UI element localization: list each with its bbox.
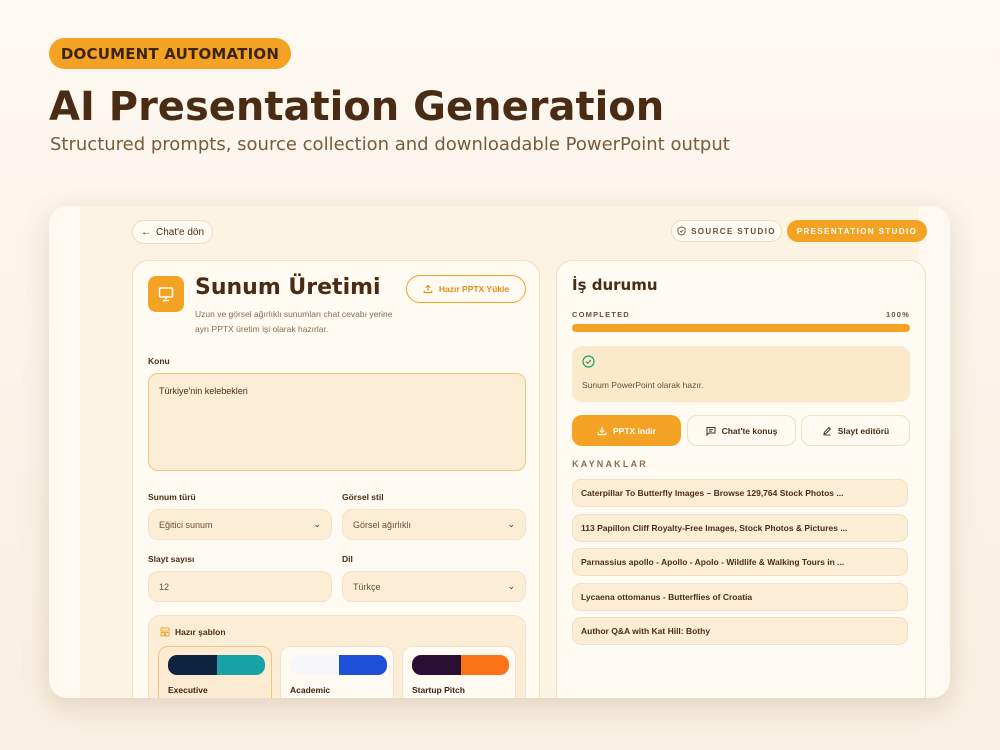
language-select-value: Türkçe: [353, 581, 381, 592]
chevron-down-icon: ⌄: [313, 519, 321, 529]
chat-discuss-label: Chat'te konuş: [721, 425, 778, 436]
check-circle-icon: [582, 355, 595, 368]
type-label: Sunum türü: [148, 492, 196, 502]
source-item[interactable]: 113 Papillon Cliff Royalty-Free Images, …: [572, 514, 908, 542]
source-item[interactable]: Parnassius apollo - Apollo - Apolo - Wil…: [572, 548, 908, 576]
style-label: Görsel stil: [342, 492, 384, 502]
progress-bar-fill: [572, 324, 910, 332]
presentation-studio-button[interactable]: PRESENTATION STUDIO: [787, 220, 927, 242]
status-message-box: Sunum PowerPoint olarak hazır.: [572, 346, 910, 402]
source-studio-label: SOURCE STUDIO: [691, 226, 776, 236]
template-card-executive[interactable]: Executive: [158, 646, 272, 698]
download-pptx-button[interactable]: PPTX indir: [572, 415, 681, 446]
topic-label: Konu: [148, 356, 170, 366]
job-percent-text: 100%: [886, 310, 910, 319]
source-studio-button[interactable]: SOURCE STUDIO: [671, 220, 782, 242]
job-status-title: İş durumu: [572, 276, 658, 294]
chevron-down-icon: ⌄: [507, 519, 515, 529]
language-label: Dil: [342, 554, 353, 564]
progress-header: COMPLETED 100%: [572, 310, 910, 319]
slide-editor-button[interactable]: Slayt editörü: [801, 415, 910, 446]
template-name: Academic: [290, 685, 331, 695]
message-square-icon: [706, 426, 716, 436]
pencil-icon: [823, 426, 831, 435]
template-card-startup-pitch[interactable]: Startup Pitch: [402, 646, 516, 698]
app-screenshot-frame: ← Chat'e dön SOURCE STUDIO PRESENTATION …: [49, 206, 950, 698]
layout-template-icon: [160, 627, 170, 637]
style-select[interactable]: Görsel ağırlıklı ⌄: [342, 509, 526, 540]
upload-pptx-button[interactable]: Hazır PPTX Yükle: [406, 275, 526, 303]
type-select[interactable]: Eğitici sunum ⌄: [148, 509, 332, 540]
form-description: Uzun ve görsel ağırlıklı sunumları chat …: [195, 309, 393, 334]
template-swatch: [412, 655, 509, 675]
template-swatch: [290, 655, 387, 675]
sources-heading: KAYNAKLAR: [572, 459, 648, 469]
download-icon: [597, 426, 607, 435]
page-title: AI Presentation Generation: [49, 84, 665, 130]
page-subtitle: Structured prompts, source collection an…: [50, 134, 730, 155]
template-card-academic[interactable]: Academic: [280, 646, 394, 698]
topic-textarea[interactable]: Türkiye'nin kelebekleri: [148, 373, 526, 471]
template-swatch: [168, 655, 265, 675]
back-to-chat-button[interactable]: ← Chat'e dön: [132, 220, 213, 244]
source-item[interactable]: Caterpillar To Butterfly Images – Browse…: [572, 479, 908, 507]
chat-discuss-button[interactable]: Chat'te konuş: [687, 415, 796, 446]
presentation-form-card: Sunum Üretimi Uzun ve görsel ağırlıklı s…: [132, 260, 540, 698]
category-badge: DOCUMENT AUTOMATION: [49, 38, 291, 69]
app-canvas: ← Chat'e dön SOURCE STUDIO PRESENTATION …: [80, 206, 927, 698]
upload-pptx-label: Hazır PPTX Yükle: [438, 284, 510, 294]
slide-count-value: 12: [159, 581, 170, 592]
type-select-value: Eğitici sunum: [159, 519, 213, 530]
slide-count-input[interactable]: 12: [148, 571, 332, 602]
template-header-label: Hazır şablon: [175, 627, 226, 637]
shield-icon: [677, 226, 686, 236]
style-select-value: Görsel ağırlıklı: [353, 519, 412, 530]
job-status-text: COMPLETED: [572, 310, 630, 319]
job-status-card: İş durumu COMPLETED 100% Sunum PowerPoin…: [556, 260, 926, 698]
back-to-chat-label: Chat'e dön: [155, 226, 205, 238]
source-item[interactable]: Author Q&A with Kat Hill: Bothy: [572, 617, 908, 645]
language-select[interactable]: Türkçe ⌄: [342, 571, 526, 602]
chevron-down-icon: ⌄: [507, 581, 515, 591]
slide-count-label: Slayt sayısı: [148, 554, 195, 564]
slide-editor-label: Slayt editörü: [837, 425, 890, 436]
upload-icon: [423, 284, 433, 294]
progress-bar: [572, 324, 910, 332]
status-message: Sunum PowerPoint olarak hazır.: [582, 380, 704, 390]
template-name: Executive: [168, 685, 208, 695]
template-picker: Hazır şablon Executive Academic Startup …: [148, 615, 526, 698]
form-title: Sunum Üretimi: [195, 275, 381, 300]
arrow-left-icon: ←: [140, 226, 151, 238]
presentation-icon: [148, 276, 184, 312]
source-item[interactable]: Lycaena ottomanus - Butterflies of Croat…: [572, 583, 908, 611]
template-header: Hazır şablon: [160, 627, 226, 637]
template-name: Startup Pitch: [412, 685, 465, 695]
download-pptx-label: PPTX indir: [613, 425, 656, 436]
